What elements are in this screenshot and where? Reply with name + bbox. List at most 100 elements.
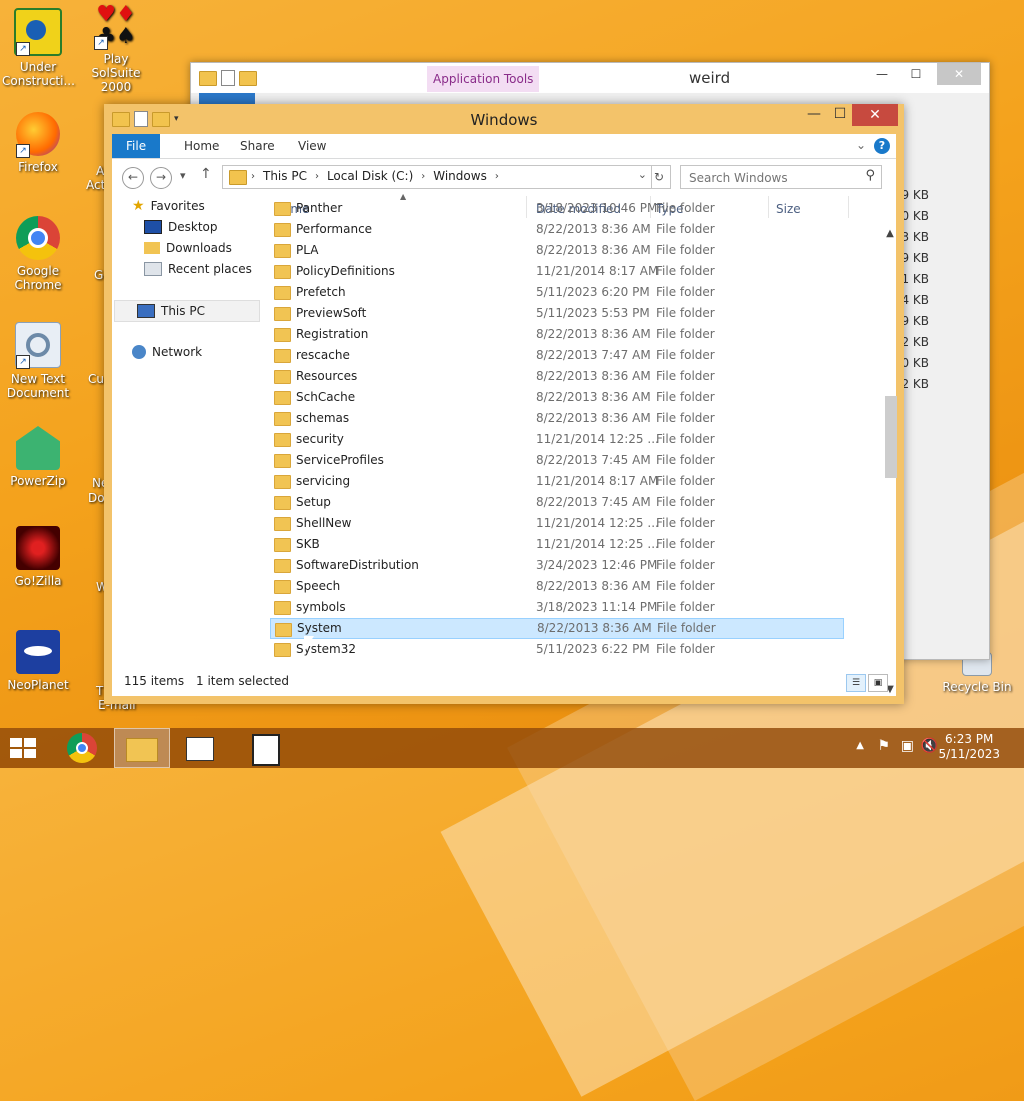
item-date: 5/11/2023 6:20 PM: [536, 285, 650, 299]
list-item[interactable]: Performance 8/22/2013 8:36 AM File folder: [270, 219, 842, 240]
forward-button[interactable]: →: [150, 167, 172, 189]
chevron-right-icon[interactable]: ›: [315, 171, 319, 182]
list-item[interactable]: schemas 8/22/2013 8:36 AM File folder: [270, 408, 842, 429]
vertical-scrollbar[interactable]: ▲ ▼: [882, 224, 898, 698]
refresh-button[interactable]: ↻: [648, 165, 671, 189]
cards-icon: ♥♦ ♣♠ ↗: [94, 4, 138, 50]
search-box[interactable]: ⚲: [680, 165, 882, 189]
search-icon[interactable]: ⚲: [865, 168, 875, 183]
context-tab-application-tools[interactable]: Application Tools: [427, 66, 540, 92]
minimize-button[interactable]: —: [800, 104, 828, 126]
taskbar-chrome[interactable]: [54, 728, 110, 768]
scroll-up-button[interactable]: ▲: [882, 228, 898, 244]
taskbar-task-manager[interactable]: [172, 728, 228, 768]
item-type: File folder: [656, 285, 715, 299]
list-item[interactable]: Prefetch 5/11/2023 6:20 PM File folder: [270, 282, 842, 303]
back-button[interactable]: ←: [122, 167, 144, 189]
scroll-thumb[interactable]: [885, 396, 897, 478]
desktop-icon-solsuite[interactable]: ♥♦ ♣♠ ↗ Play SolSuite 2000: [80, 4, 152, 95]
list-item[interactable]: Setup 8/22/2013 7:45 AM File folder: [270, 492, 842, 513]
nav-favorites[interactable]: ★ Favorites: [132, 196, 205, 216]
nav-downloads[interactable]: Downloads: [144, 238, 232, 258]
list-item[interactable]: SKB 11/21/2014 12:25 ... File folder: [270, 534, 842, 555]
nav-recent-places[interactable]: Recent places: [144, 259, 252, 279]
tab-home[interactable]: Home: [170, 134, 233, 158]
desktop-icon-label: Firefox: [18, 160, 58, 174]
recent-locations-icon[interactable]: ▾: [180, 169, 186, 182]
folder-icon: [274, 454, 291, 468]
column-divider[interactable]: [848, 196, 849, 218]
list-item[interactable]: Resources 8/22/2013 8:36 AM File folder: [270, 366, 842, 387]
start-button[interactable]: [0, 728, 56, 768]
item-date: 5/11/2023 5:53 PM: [536, 306, 650, 320]
star-icon: ★: [132, 198, 145, 214]
up-button[interactable]: ↑: [200, 166, 212, 182]
maximize-button[interactable]: ☐: [901, 63, 931, 85]
desktop-icon-chrome[interactable]: Google Chrome: [2, 216, 74, 292]
taskbar-notepad[interactable]: [238, 728, 294, 768]
taskbar-file-explorer[interactable]: [114, 728, 170, 768]
list-item[interactable]: ShellNew 11/21/2014 12:25 ... File folder: [270, 513, 842, 534]
flag-icon[interactable]: ⚑: [877, 738, 890, 754]
tab-file[interactable]: File: [112, 134, 161, 158]
tab-view[interactable]: View: [284, 134, 340, 158]
list-item[interactable]: rescache 8/22/2013 7:47 AM File folder: [270, 345, 842, 366]
desktop-icon-powerzip[interactable]: PowerZip: [2, 426, 74, 488]
breadcrumb-this-pc[interactable]: This PC: [263, 169, 307, 183]
list-item[interactable]: symbols 3/18/2023 11:14 PM File folder: [270, 597, 842, 618]
desktop-icon-label: Recycle Bin: [942, 680, 1012, 694]
chrome-icon: [16, 216, 60, 260]
search-input[interactable]: [687, 168, 851, 188]
item-date: 3/24/2023 12:46 PM: [536, 558, 658, 572]
nav-network[interactable]: Network: [132, 342, 202, 362]
chevron-right-icon[interactable]: ›: [495, 171, 499, 182]
chevron-right-icon[interactable]: ›: [421, 171, 425, 182]
list-item[interactable]: SchCache 8/22/2013 8:36 AM File folder: [270, 387, 842, 408]
list-item[interactable]: System 8/22/2013 8:36 AM File folder: [270, 618, 844, 639]
list-item[interactable]: servicing 11/21/2014 8:17 AM File folder: [270, 471, 842, 492]
large-icons-view-button[interactable]: ▣: [868, 674, 888, 692]
list-item[interactable]: PLA 8/22/2013 8:36 AM File folder: [270, 240, 842, 261]
item-type: File folder: [656, 495, 715, 509]
list-item[interactable]: SoftwareDistribution 3/24/2023 12:46 PM Fi…: [270, 555, 842, 576]
clock[interactable]: 6:23 PM 5/11/2023: [938, 732, 1000, 762]
firefox-icon: ↗: [16, 112, 60, 158]
nav-this-pc[interactable]: This PC: [114, 300, 260, 322]
details-view-button[interactable]: ☰: [846, 674, 866, 692]
minimize-button[interactable]: —: [867, 63, 897, 85]
expand-ribbon-icon[interactable]: ⌄: [856, 138, 866, 152]
breadcrumb-local-disk[interactable]: Local Disk (C:): [327, 169, 413, 183]
list-item[interactable]: security 11/21/2014 12:25 ... File folder: [270, 429, 842, 450]
volume-muted-icon[interactable]: 🔇: [921, 738, 938, 754]
desktop-icon-gozilla[interactable]: Go!Zilla: [2, 526, 74, 588]
nav-desktop[interactable]: Desktop: [144, 217, 218, 237]
windows-logo-icon: [10, 738, 38, 760]
network-icon[interactable]: ▣: [901, 738, 914, 754]
desktop-icon-new-text-document[interactable]: ↗ New Text Document: [2, 322, 74, 400]
show-hidden-icons[interactable]: ▲: [856, 740, 864, 751]
list-item[interactable]: ServiceProfiles 8/22/2013 7:45 AM File fol…: [270, 450, 842, 471]
chevron-right-icon[interactable]: ›: [251, 171, 255, 182]
list-item[interactable]: Panther 3/18/2023 10:46 PM File folder: [270, 198, 842, 219]
address-dropdown-icon[interactable]: ⌄: [638, 168, 647, 181]
breadcrumb-windows[interactable]: Windows: [433, 169, 487, 183]
address-bar[interactable]: › This PC › Local Disk (C:) › Windows › …: [222, 165, 652, 189]
tab-share[interactable]: Share: [226, 134, 289, 158]
desktop-icon-firefox[interactable]: ↗ Firefox: [2, 112, 74, 174]
list-item[interactable]: PreviewSoft 5/11/2023 5:53 PM File folder: [270, 303, 842, 324]
help-icon[interactable]: ?: [874, 138, 890, 154]
close-button[interactable]: ✕: [937, 63, 981, 85]
explorer-window[interactable]: ▾ Windows — ☐ ✕ File Home Share View ⌄ ?…: [104, 104, 904, 704]
desktop-icon-neoplanet[interactable]: NeoPlanet: [2, 630, 74, 692]
desktop-icon-under-construction[interactable]: ↗ Under Constructi...: [2, 8, 75, 88]
new-folder-icon[interactable]: [239, 70, 257, 86]
title-bar[interactable]: ▾ Windows — ☐ ✕: [104, 104, 904, 134]
properties-icon[interactable]: [221, 70, 235, 86]
list-item[interactable]: Speech 8/22/2013 8:36 AM File folder: [270, 576, 842, 597]
list-item[interactable]: Registration 8/22/2013 8:36 AM File folder: [270, 324, 842, 345]
list-item[interactable]: System32 5/11/2023 6:22 PM File folder: [270, 639, 842, 660]
title-bar[interactable]: Application Tools weird — ☐ ✕: [191, 63, 989, 93]
close-button[interactable]: ✕: [852, 104, 898, 126]
maximize-button[interactable]: ☐: [826, 104, 854, 126]
list-item[interactable]: PolicyDefinitions 11/21/2014 8:17 AM File …: [270, 261, 842, 282]
